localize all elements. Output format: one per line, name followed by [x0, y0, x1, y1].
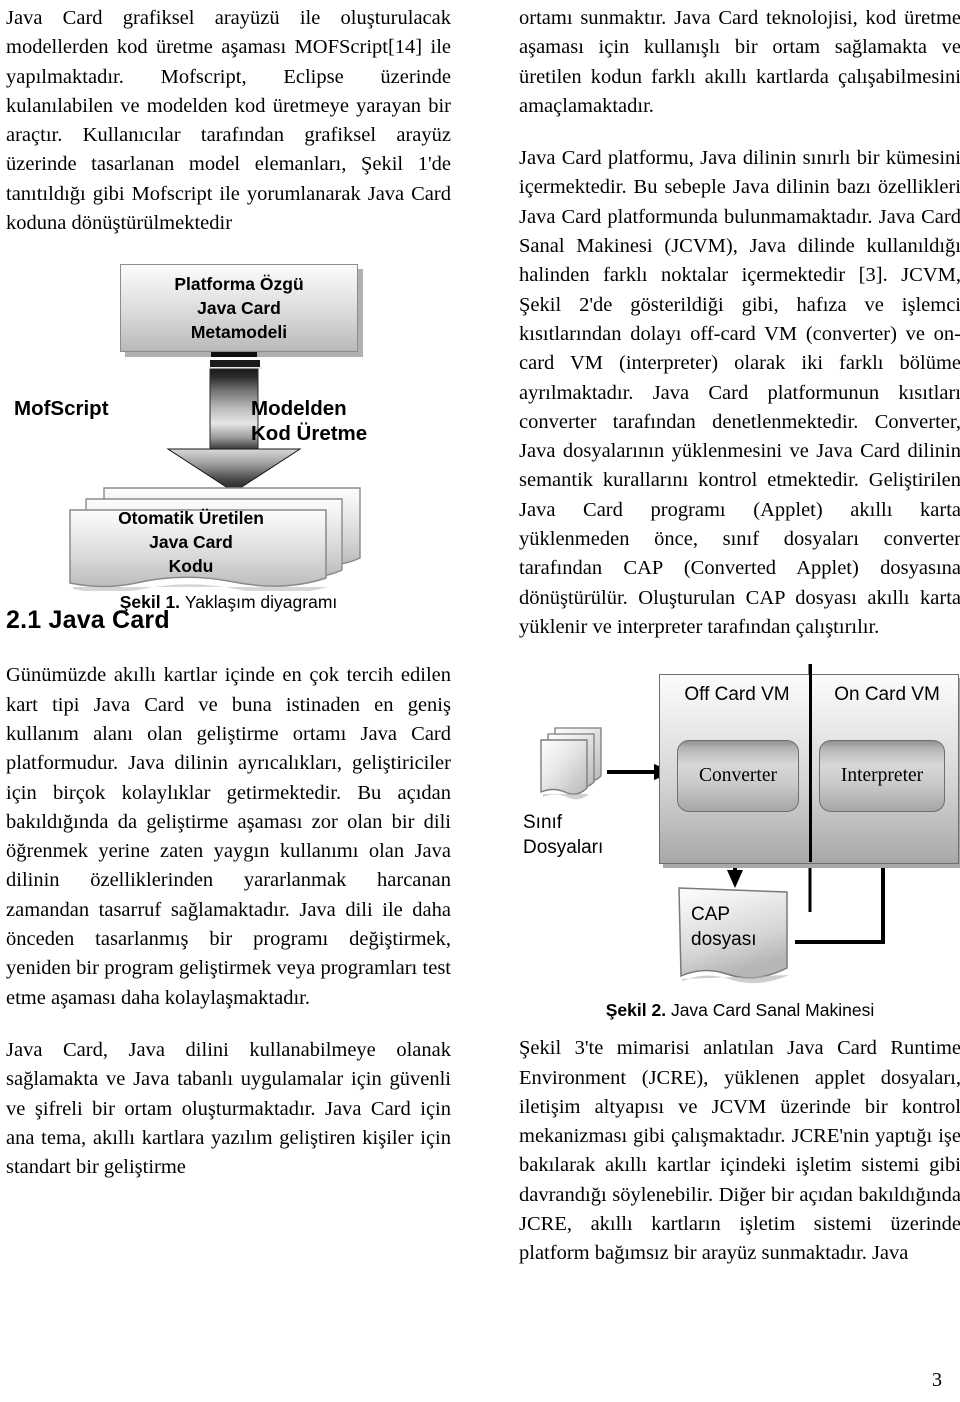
left-column: Java Card grafiksel arayüzü ile oluşturu…: [6, 4, 451, 1402]
metamodel-box-line-3: Metamodeli: [190, 322, 288, 343]
vm-divider-line: [809, 664, 812, 863]
paragraph-right-1: ortamı sunmaktır. Java Card teknolojisi,…: [519, 7, 960, 117]
paragraph-right-2: Java Card platformu, Java dilinin sınırl…: [519, 147, 960, 638]
code-generation-label-line-1: Modelden: [251, 397, 347, 421]
generated-code-label-line-1: Otomatik Üretilen: [118, 508, 264, 529]
figure-1-caption-text: Yaklaşım diyagramı: [184, 592, 338, 613]
figure-2-caption-text: Java Card Sanal Makinesi: [670, 1000, 875, 1021]
code-generation-label-line-2: Kod Üretme: [251, 422, 368, 446]
figure-1-graphic: Platforma Özgü Java Card Metamodeli MofS…: [6, 254, 451, 592]
document-page: Java Card grafiksel arayüzü ile oluşturu…: [0, 0, 960, 1402]
figure-1-caption-label: Şekil 1.: [119, 592, 185, 613]
class-files-stack-icon: [540, 727, 602, 800]
cap-file-label-line-1: CAP: [691, 904, 731, 926]
metamodel-box: Platforma Özgü Java Card Metamodeli: [120, 264, 358, 353]
figure-2: Off Card VM On Card VM Converter Interpr…: [519, 664, 960, 1034]
paragraph-left-1: Java Card grafiksel arayüzü ile oluşturu…: [6, 7, 451, 235]
paragraph-left-2: Günümüzde akıllı kartlar içinde en çok t…: [6, 664, 451, 1009]
figure-2-graphic: Off Card VM On Card VM Converter Interpr…: [519, 664, 960, 994]
off-card-vm-label: Off Card VM: [684, 684, 790, 706]
interpreter-box: Interpreter: [819, 740, 945, 813]
generated-code-label: Otomatik Üretilen Java Card Kodu: [66, 506, 316, 578]
class-files-label: Sınıf Dosyaları: [523, 810, 653, 860]
figure-2-caption: Şekil 2. Java Card Sanal Makinesi: [519, 1000, 960, 1021]
converter-box: Converter: [677, 740, 799, 813]
code-generation-label: Modelden Kod Üretme: [251, 396, 436, 446]
figure-1: Platforma Özgü Java Card Metamodeli MofS…: [6, 254, 451, 612]
figure-1-caption: Şekil 1. Yaklaşım diyagramı: [6, 592, 451, 613]
page-number: 3: [932, 1369, 942, 1391]
class-files-label-line-2: Dosyaları: [523, 837, 604, 859]
cap-file-label: CAP dosyası: [691, 902, 791, 952]
generated-code-label-line-3: Kodu: [168, 556, 214, 577]
figure-2-caption-label: Şekil 2.: [605, 1000, 671, 1021]
mofscript-label: MofScript: [14, 397, 109, 421]
metamodel-box-line-1: Platforma Özgü: [174, 274, 304, 295]
metamodel-box-line-2: Java Card: [197, 298, 281, 319]
class-files-label-line-1: Sınıf: [523, 812, 563, 834]
on-card-vm-label: On Card VM: [834, 684, 940, 706]
cap-file-label-line-2: dosyası: [691, 929, 757, 951]
right-column: ortamı sunmaktır. Java Card teknolojisi,…: [519, 4, 960, 1402]
paragraph-right-3: Şekil 3'te mimarisi anlatılan Java Card …: [519, 1037, 960, 1265]
paragraph-left-3: Java Card, Java dilini kullanabilmeye ol…: [6, 1038, 451, 1179]
generated-code-label-line-2: Java Card: [149, 532, 233, 553]
